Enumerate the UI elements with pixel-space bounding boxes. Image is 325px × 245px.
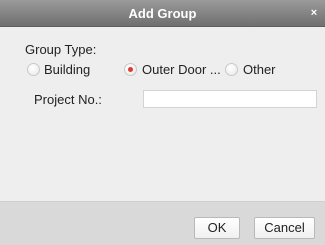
group-type-label: Group Type: [25, 42, 97, 57]
radio-other-label[interactable]: Other [243, 62, 276, 77]
dialog-title: Add Group [128, 6, 197, 21]
radio-building[interactable] [27, 63, 40, 76]
radio-outer-door[interactable] [124, 63, 137, 76]
ok-button[interactable]: OK [194, 217, 240, 239]
project-no-input[interactable] [143, 90, 317, 108]
radio-outer-door-label[interactable]: Outer Door ... [142, 62, 221, 77]
radio-other[interactable] [225, 63, 238, 76]
dialog-footer: OK Cancel [0, 201, 325, 245]
dialog-titlebar[interactable]: Add Group × [0, 0, 325, 27]
cancel-button[interactable]: Cancel [254, 217, 315, 239]
project-no-label: Project No.: [34, 92, 102, 107]
close-icon[interactable]: × [308, 6, 320, 20]
add-group-dialog: Add Group × Group Type: Building Outer D… [0, 0, 325, 245]
radio-building-label[interactable]: Building [44, 62, 90, 77]
